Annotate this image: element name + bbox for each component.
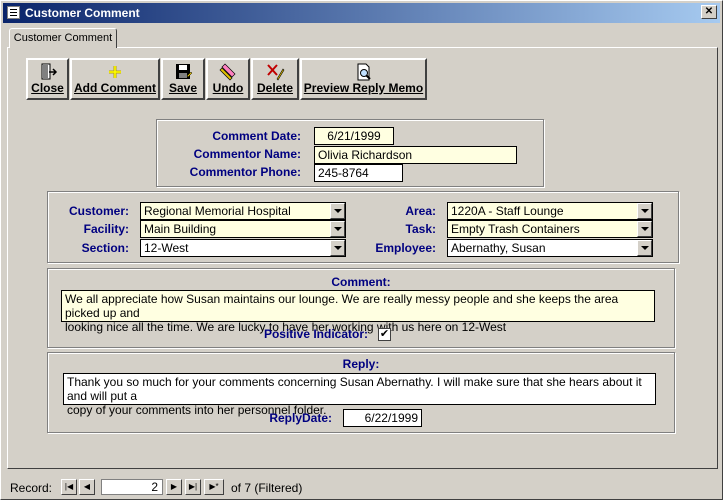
facility-label: Facility: (83, 222, 129, 236)
comment-memo[interactable]: We all appreciate how Susan maintains ou… (61, 290, 655, 334)
customer-combo[interactable]: Regional Memorial Hospital (140, 202, 346, 220)
print-preview-icon (357, 63, 371, 81)
employee-value: Abernathy, Susan (451, 241, 546, 255)
reply-label: Reply: (342, 357, 380, 371)
area-value: 1220A - Staff Lounge (451, 204, 564, 218)
floppy-disk-icon (176, 64, 193, 79)
reply-date-label: ReplyDate: (269, 411, 332, 425)
customer-value: Regional Memorial Hospital (144, 204, 291, 218)
save-button[interactable]: Save (161, 58, 205, 100)
task-value: Empty Trash Containers (451, 222, 580, 236)
delete-x-icon (267, 64, 285, 81)
title-bar: Customer Comment ✕ (3, 3, 720, 23)
add-comment-button-label: Add Comment (74, 81, 156, 95)
add-plus-icon (109, 66, 121, 78)
exit-door-icon (41, 63, 57, 80)
preview-reply-memo-button-label: Preview Reply Memo (303, 81, 424, 95)
preview-reply-memo-button[interactable]: Preview Reply Memo (300, 58, 427, 100)
current-record-field[interactable]: 2 (101, 479, 163, 495)
comment-label: Comment: (331, 275, 391, 289)
add-comment-button[interactable]: Add Comment (70, 58, 160, 100)
area-dropdown-icon[interactable] (637, 203, 652, 219)
close-button[interactable]: Close (26, 58, 69, 100)
section-value: 12-West (144, 241, 189, 255)
undo-button-label: Undo (212, 81, 244, 95)
record-label: Record: (10, 481, 53, 495)
record-navigation-bar: Record: |◀ ◀ 2 ▶ ▶| ▶* of 7 (Filtered) (7, 478, 718, 496)
customer-dropdown-icon[interactable] (330, 203, 345, 219)
next-record-icon[interactable]: ▶ (166, 479, 182, 495)
employee-combo[interactable]: Abernathy, Susan (447, 239, 653, 257)
area-label: Area: (405, 204, 436, 218)
task-label: Task: (405, 222, 436, 236)
customer-label: Customer: (68, 204, 129, 218)
reply-memo[interactable]: Thank you so much for your comments conc… (63, 373, 656, 417)
app-window: Customer Comment ✕ Customer Comment Clos… (0, 0, 723, 500)
task-combo[interactable]: Empty Trash Containers (447, 220, 653, 238)
delete-button[interactable]: Delete (251, 58, 299, 100)
form-icon[interactable] (7, 6, 20, 19)
comment-date-label: Comment Date: (212, 129, 301, 143)
first-record-icon[interactable]: |◀ (61, 479, 77, 495)
facility-value: Main Building (144, 222, 217, 236)
positive-indicator-label: Positive Indicator: (263, 327, 368, 341)
previous-record-icon[interactable]: ◀ (79, 479, 95, 495)
section-dropdown-icon[interactable] (330, 240, 345, 256)
commentor-name-label: Commentor Name: (193, 147, 301, 161)
last-record-icon[interactable]: ▶| (185, 479, 201, 495)
record-count-text: of 7 (Filtered) (231, 481, 303, 495)
comment-date-field[interactable]: 6/21/1999 (314, 127, 394, 145)
task-dropdown-icon[interactable] (637, 221, 652, 237)
commentor-phone-field[interactable]: 245-8764 (314, 164, 403, 182)
comment-line-1: We all appreciate how Susan maintains ou… (65, 292, 619, 320)
section-combo[interactable]: 12-West (140, 239, 346, 257)
save-button-label: Save (168, 81, 198, 95)
employee-label: Employee: (375, 241, 436, 255)
commentor-name-field[interactable]: Olivia Richardson (314, 146, 517, 164)
new-record-icon[interactable]: ▶* (204, 479, 224, 495)
employee-dropdown-icon[interactable] (637, 240, 652, 256)
window-close-button[interactable]: ✕ (701, 5, 717, 19)
positive-indicator-checkbox[interactable]: ✔ (378, 328, 391, 341)
delete-button-label: Delete (256, 81, 294, 95)
facility-combo[interactable]: Main Building (140, 220, 346, 238)
facility-dropdown-icon[interactable] (330, 221, 345, 237)
undo-button[interactable]: Undo (206, 58, 250, 100)
area-combo[interactable]: 1220A - Staff Lounge (447, 202, 653, 220)
reply-date-field[interactable]: 6/22/1999 (343, 409, 422, 427)
tab-customer-comment[interactable]: Customer Comment (9, 28, 117, 48)
window-title: Customer Comment (25, 6, 140, 20)
eraser-pencil-icon (219, 63, 236, 81)
close-button-label: Close (31, 81, 64, 95)
section-label: Section: (81, 241, 129, 255)
reply-line-1: Thank you so much for your comments conc… (67, 375, 642, 403)
commentor-phone-label: Commentor Phone: (189, 165, 301, 179)
